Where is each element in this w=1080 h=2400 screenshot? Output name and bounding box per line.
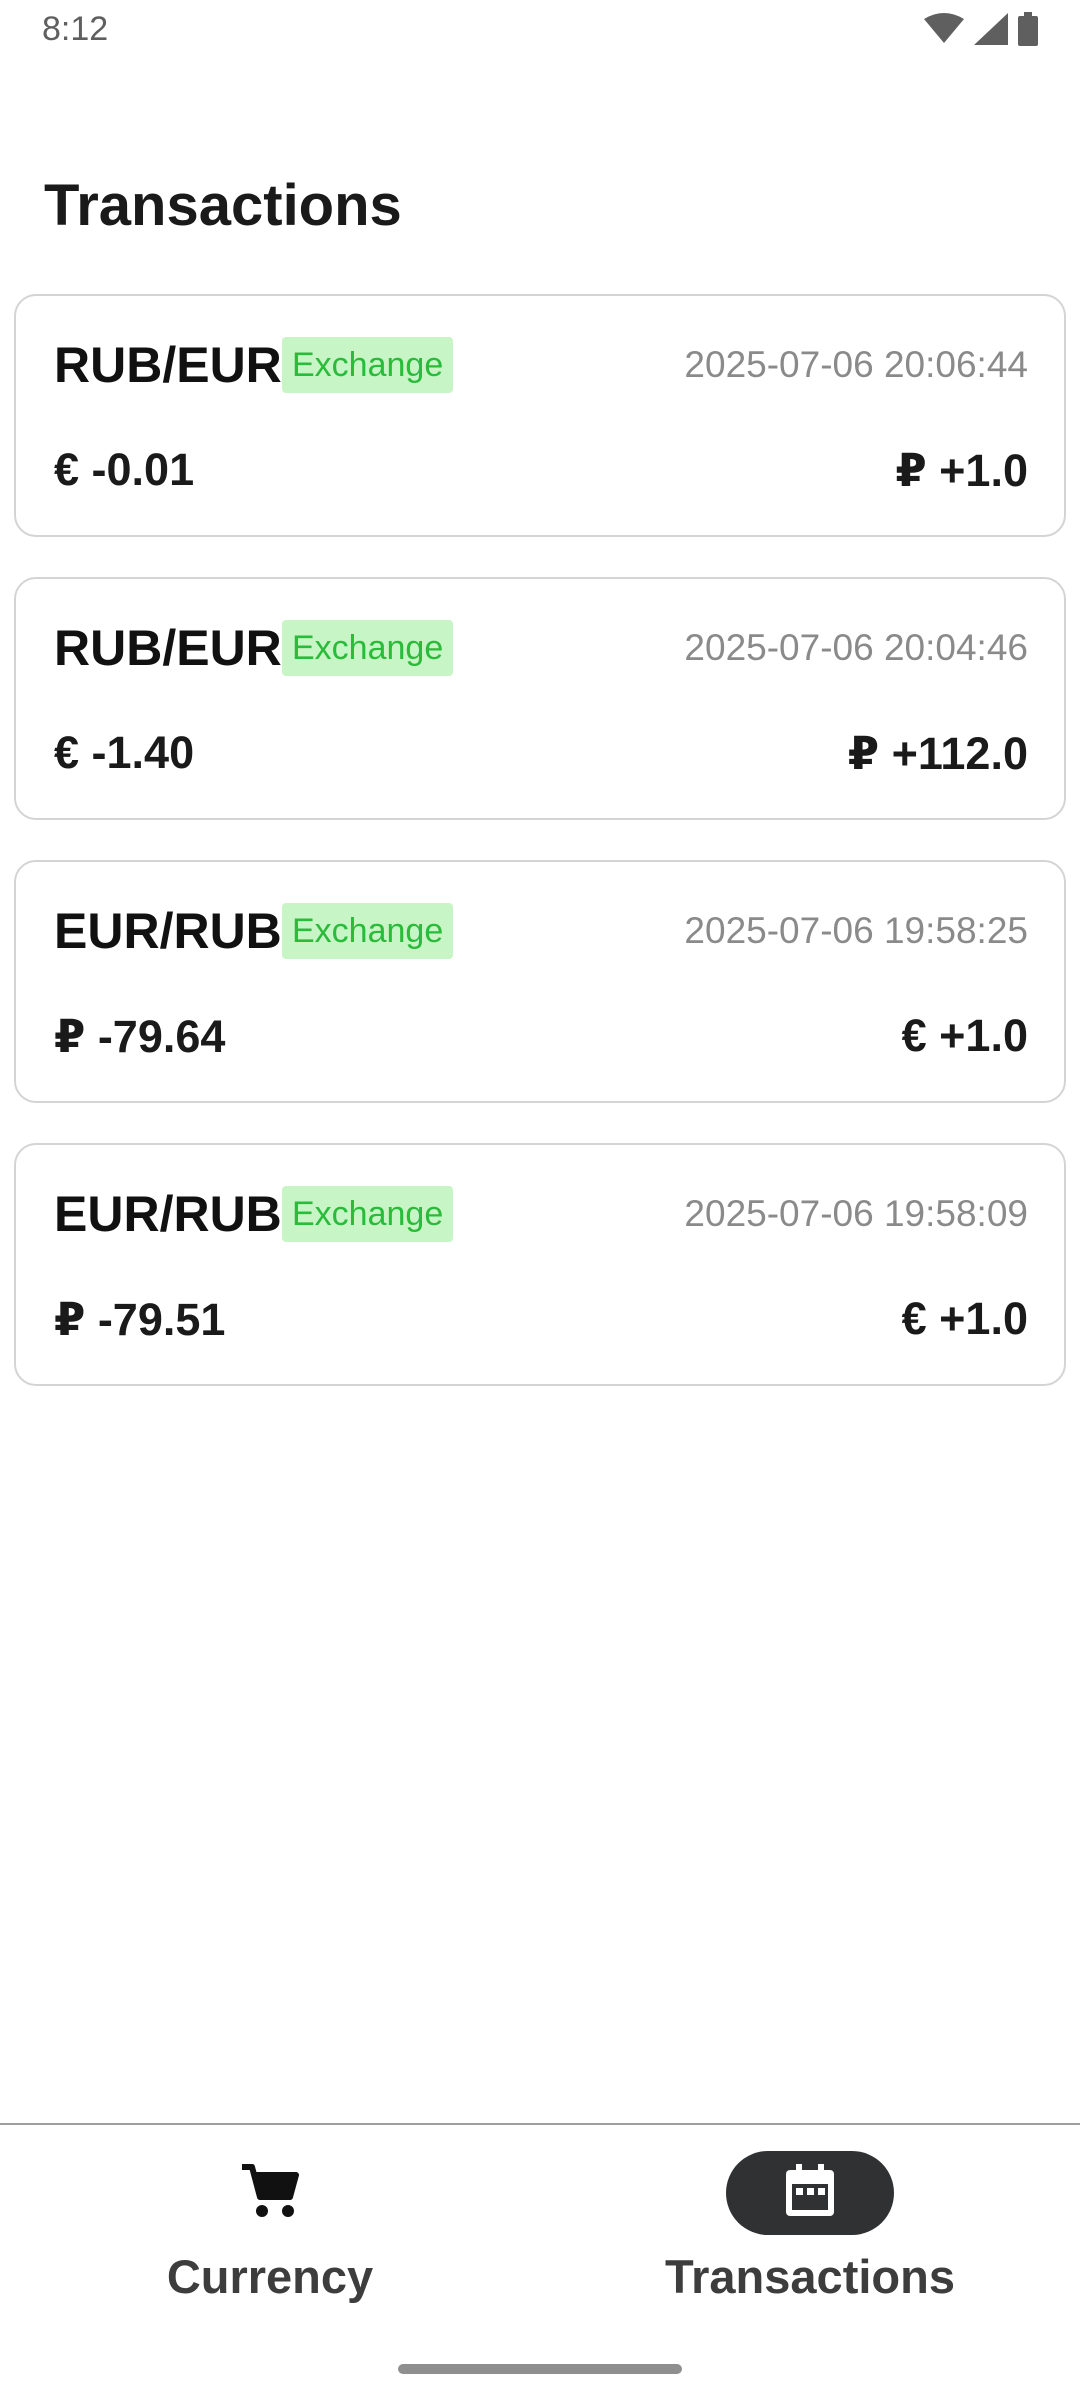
shopping-cart-icon — [240, 2163, 300, 2224]
status-time: 8:12 — [42, 10, 109, 48]
transaction-pair: RUB/EUR — [54, 620, 282, 676]
transaction-pair: EUR/RUB — [54, 1186, 282, 1242]
transaction-datetime: 2025-07-06 20:04:46 — [684, 627, 1028, 668]
cellular-signal-icon — [974, 13, 1008, 45]
nav-icon-container — [186, 2151, 354, 2235]
transaction-pair: RUB/EUR — [54, 337, 282, 393]
transaction-credit-amount: € +1.0 — [901, 1293, 1028, 1344]
transaction-debit-amount: ₽ -79.51 — [54, 1294, 226, 1345]
nav-label-transactions: Transactions — [665, 2250, 955, 2303]
transaction-credit-amount: ₽ +1.0 — [895, 445, 1028, 496]
transaction-datetime: 2025-07-06 19:58:25 — [684, 910, 1028, 951]
transaction-card[interactable]: EUR/RUB Exchange 2025-07-06 19:58:25 ₽ -… — [14, 860, 1066, 1103]
transaction-credit-amount: € +1.0 — [901, 1010, 1028, 1061]
transaction-datetime: 2025-07-06 20:06:44 — [684, 344, 1028, 385]
transaction-type-badge: Exchange — [282, 620, 454, 676]
screen: 8:12 Transactions RUB/EUR Exchange 2025-… — [0, 0, 1080, 2400]
transaction-card[interactable]: RUB/EUR Exchange 2025-07-06 20:06:44 € -… — [14, 294, 1066, 537]
transaction-pair: EUR/RUB — [54, 903, 282, 959]
transaction-datetime: 2025-07-06 19:58:09 — [684, 1193, 1028, 1234]
transaction-type-badge: Exchange — [282, 903, 454, 959]
transaction-debit-amount: € -0.01 — [54, 444, 195, 495]
status-icons — [924, 12, 1038, 46]
status-bar: 8:12 — [0, 0, 1080, 64]
transaction-card[interactable]: RUB/EUR Exchange 2025-07-06 20:04:46 € -… — [14, 577, 1066, 820]
nav-tab-transactions[interactable]: Transactions — [540, 2125, 1080, 2325]
transaction-debit-amount: ₽ -79.64 — [54, 1011, 226, 1062]
transaction-credit-amount: ₽ +112.0 — [847, 728, 1028, 779]
wifi-icon — [924, 13, 964, 45]
nav-active-indicator — [726, 2151, 894, 2235]
transaction-type-badge: Exchange — [282, 337, 454, 393]
nav-label-currency: Currency — [166, 2250, 374, 2303]
transaction-type-badge: Exchange — [282, 1186, 454, 1242]
transaction-card[interactable]: EUR/RUB Exchange 2025-07-06 19:58:09 ₽ -… — [14, 1143, 1066, 1386]
transaction-list: RUB/EUR Exchange 2025-07-06 20:06:44 € -… — [14, 294, 1066, 1426]
battery-icon — [1018, 12, 1038, 46]
transaction-debit-amount: € -1.40 — [54, 727, 195, 778]
calendar-icon — [784, 2163, 836, 2223]
nav-tab-currency[interactable]: Currency — [0, 2125, 540, 2325]
home-indicator[interactable] — [398, 2364, 682, 2374]
page-title: Transactions — [44, 173, 402, 238]
bottom-navigation: Currency Transactions — [0, 2123, 1080, 2400]
